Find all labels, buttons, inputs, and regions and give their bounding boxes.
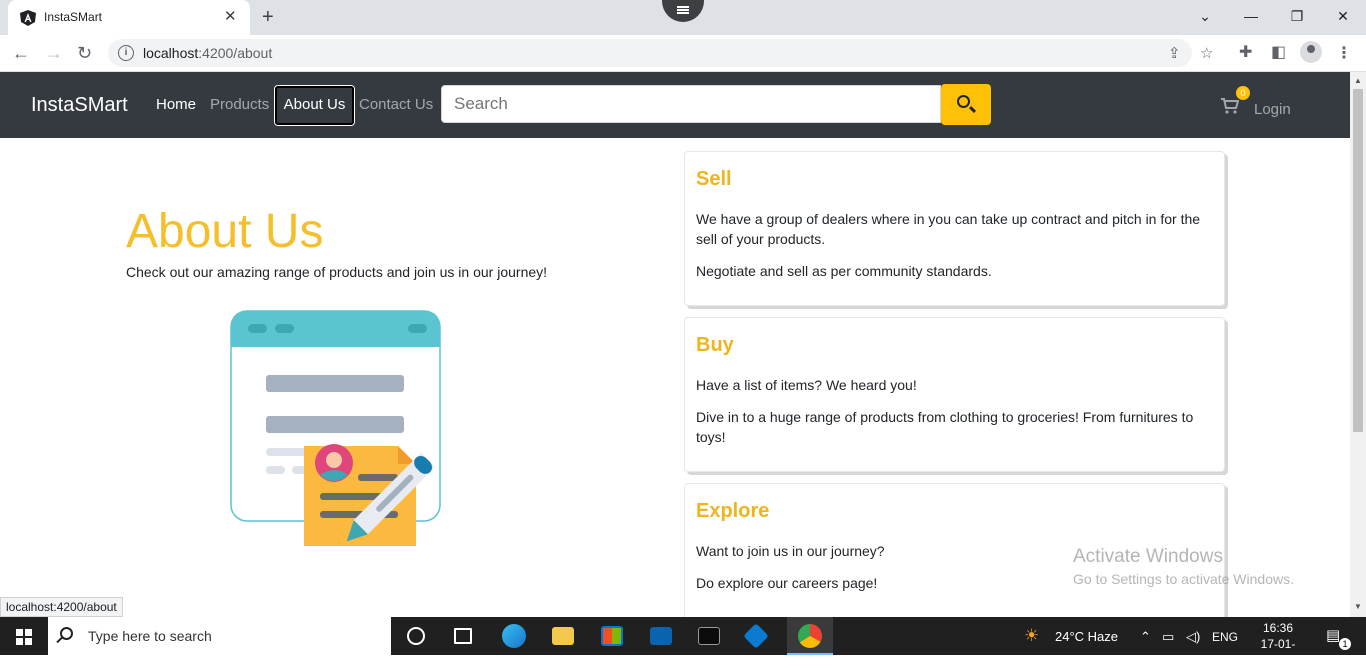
chevron-up-icon[interactable]: ⌃ [1140,629,1151,645]
menu-kebab-icon[interactable]: ⋮ [1336,43,1352,63]
cart-icon[interactable] [1221,98,1239,114]
close-window-icon[interactable]: ✕ [1333,6,1353,26]
nav-about-us[interactable]: About Us [274,85,355,126]
browser-tab[interactable]: InstaSMart ✕ [8,0,250,35]
about-illustration [230,310,441,546]
browser-tab-bar: InstaSMart ✕ + ⌄ — ❐ ✕ [0,0,1366,35]
scroll-up-icon[interactable]: ▲ [1354,76,1362,85]
sell-card: Sell We have a group of dealers where in… [684,151,1225,306]
scroll-down-icon[interactable]: ▼ [1354,602,1362,611]
address-bar: ← → ↻ i localhost:4200/about ⇪ ☆ [0,35,1366,72]
cart-count-badge: 0 [1236,86,1250,100]
profile-avatar-icon[interactable] [1300,41,1322,63]
angular-icon [20,10,36,26]
notification-icon[interactable]: ▤ [1326,626,1340,644]
cortana-icon[interactable] [407,627,425,645]
page-subtitle: Check out our amazing range of products … [126,264,548,280]
date: 17-01-2023 [1260,637,1296,667]
chevron-down-icon[interactable]: ⌄ [1195,6,1215,26]
url-path: :4200/about [198,45,273,61]
new-tab-icon[interactable]: + [262,6,274,28]
close-tab-icon[interactable]: ✕ [224,8,237,26]
search-input[interactable] [441,85,941,123]
weather-text[interactable]: 24°C Haze [1055,629,1118,644]
card-title: Sell [696,168,732,190]
search-button[interactable] [941,84,991,125]
activate-windows-text: Go to Settings to activate Windows. [1073,571,1294,587]
taskbar-search[interactable]: Type here to search [48,617,391,655]
time: 16:36 [1262,621,1294,635]
forward-icon[interactable]: → [45,43,63,63]
buy-card: Buy Have a list of items? We heard you! … [684,317,1225,472]
card-title: Buy [696,334,734,356]
nav-products[interactable]: Products [210,96,269,113]
search-icon [60,627,73,640]
task-view-icon[interactable] [454,628,472,644]
share-icon[interactable]: ⇪ [1168,44,1181,62]
restore-icon[interactable]: ❐ [1287,6,1307,26]
card-text: We have a group of dealers where in you … [696,211,1201,247]
card-title: Explore [696,500,770,522]
clock[interactable]: 16:36 17-01-2023 [1252,620,1304,668]
extensions-icon[interactable]: ✚ [1239,42,1252,62]
brand-logo[interactable]: InstaSMart [31,94,128,117]
windows-start-icon[interactable] [16,629,32,645]
nav-home[interactable]: Home [156,96,196,113]
scroll-thumb[interactable] [1353,89,1363,432]
chrome-icon [798,624,822,648]
minimize-icon[interactable]: — [1241,6,1261,26]
language-indicator[interactable]: ENG [1212,630,1238,644]
tab-search-icon[interactable] [662,0,704,22]
taskbar-search-text: Type here to search [88,628,212,644]
url-field[interactable]: i localhost:4200/about ⇪ ☆ [108,39,1213,67]
chrome-taskbar-button[interactable] [787,617,833,655]
activate-windows-title: Activate Windows [1073,546,1223,567]
reload-icon[interactable]: ↻ [77,43,92,63]
nav-contact-us[interactable]: Contact Us [359,96,433,113]
edge-icon[interactable] [502,624,526,648]
url-host: localhost [143,45,199,61]
tab-title: InstaSMart [44,10,103,24]
page-scrollbar[interactable]: ▲ ▼ [1350,72,1366,617]
card-text: Have a list of items? We heard you! [696,377,917,393]
vscode-icon[interactable] [743,623,769,649]
card-text: Negotiate and sell as per community stan… [696,263,992,279]
windows-taskbar: Type here to search ☀ 24°C Haze ⌃ ▭ ◁) E… [0,617,1366,667]
info-icon[interactable]: i [118,45,134,61]
terminal-icon[interactable] [698,627,720,645]
network-icon[interactable]: ▭ [1162,629,1174,645]
store-icon[interactable] [601,626,623,646]
weather-icon: ☀ [1024,626,1040,645]
site-navbar: InstaSMart Home Products About Us Contac… [0,72,1350,138]
card-text: Dive in to a huge range of products from… [696,409,1194,445]
search-icon [957,95,970,108]
mail-icon[interactable] [650,627,672,645]
status-url: localhost:4200/about [0,597,123,617]
file-explorer-icon[interactable] [552,627,574,645]
bookmark-star-icon[interactable]: ☆ [1200,44,1213,62]
page-title: About Us [126,205,324,258]
volume-icon[interactable]: ◁) [1186,629,1200,645]
login-link[interactable]: Login [1254,101,1291,118]
side-panel-icon[interactable]: ◧ [1271,42,1286,62]
back-icon[interactable]: ← [12,43,30,63]
notification-count-badge: 1 [1339,638,1351,650]
